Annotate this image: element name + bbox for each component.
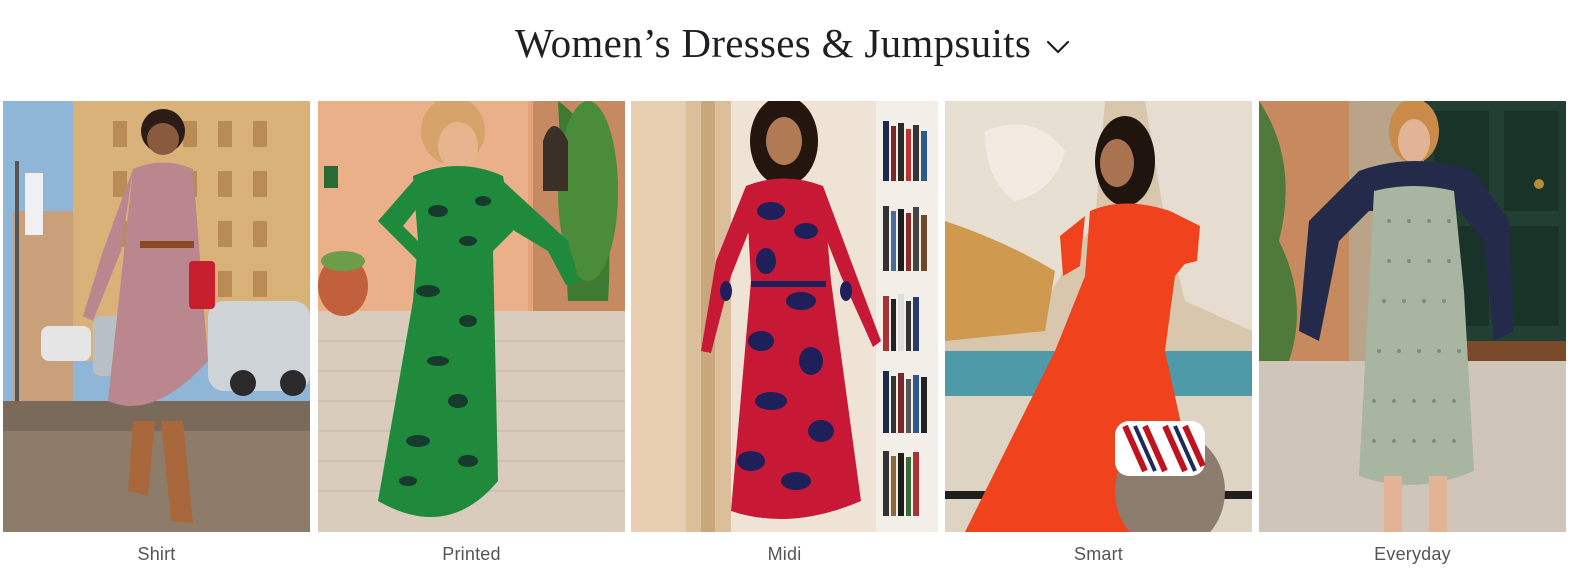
category-image-smart[interactable] <box>945 101 1252 532</box>
category-page: Women’s Dresses & Jumpsuits Shirt Printe… <box>0 0 1586 571</box>
category-title-dropdown[interactable]: Women’s Dresses & Jumpsuits <box>515 19 1071 67</box>
category-image-midi[interactable] <box>631 101 938 532</box>
category-label-midi[interactable]: Midi <box>631 544 938 565</box>
page-title: Women’s Dresses & Jumpsuits <box>514 20 1032 66</box>
category-label-smart[interactable]: Smart <box>945 544 1252 565</box>
category-tile-everyday[interactable]: Everyday <box>1259 101 1566 571</box>
category-image-everyday[interactable] <box>1259 101 1566 532</box>
category-tile-smart[interactable]: Smart <box>945 101 1252 571</box>
category-tiles: Shirt Printed Midi Smart Everyday <box>3 101 1583 571</box>
category-label-everyday[interactable]: Everyday <box>1259 544 1566 565</box>
page-header: Women’s Dresses & Jumpsuits <box>0 0 1586 100</box>
category-tile-midi[interactable]: Midi <box>631 101 938 571</box>
category-image-shirt[interactable] <box>3 101 310 532</box>
category-tile-printed[interactable]: Printed <box>318 101 625 571</box>
category-image-printed[interactable] <box>318 101 625 532</box>
category-tile-shirt[interactable]: Shirt <box>3 101 310 571</box>
category-label-shirt[interactable]: Shirt <box>3 544 310 565</box>
chevron-down-icon[interactable] <box>1045 37 1071 57</box>
category-label-printed[interactable]: Printed <box>318 544 625 565</box>
